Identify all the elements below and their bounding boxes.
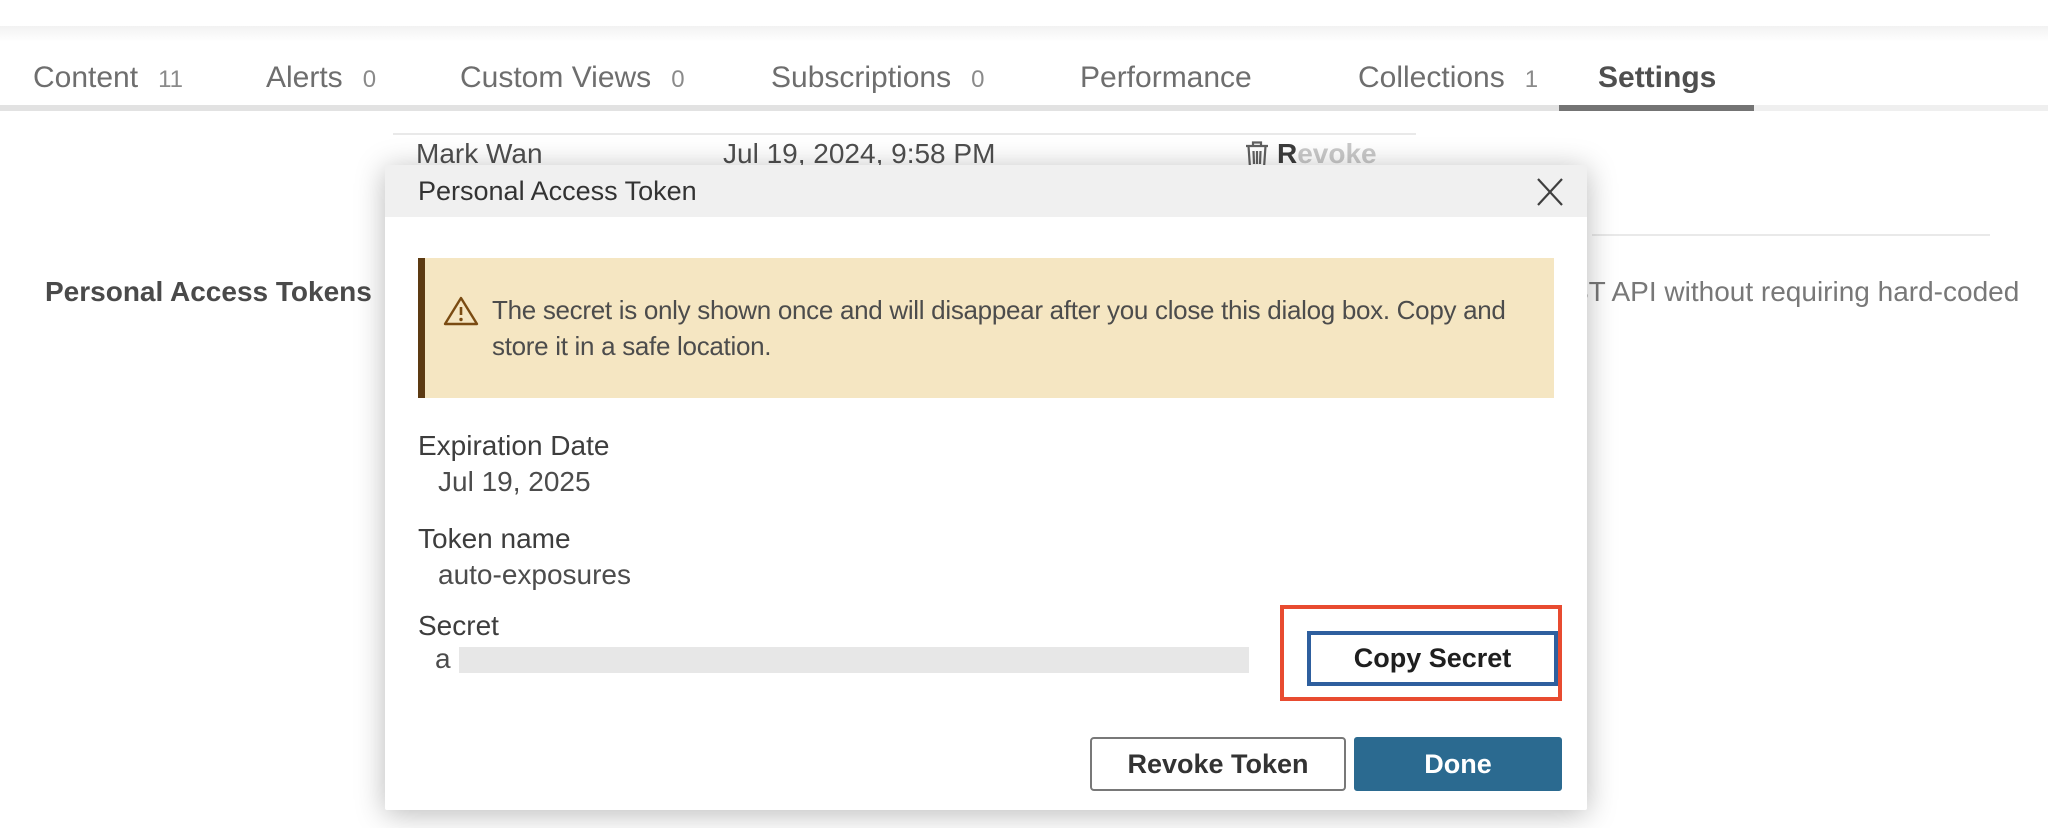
personal-access-token-dialog: Personal Access Token The secret is only…: [385, 165, 1587, 810]
settings-section-divider: [1592, 234, 1990, 236]
tab-label: Custom Views: [460, 61, 651, 95]
tab-alerts[interactable]: Alerts 0: [230, 61, 412, 111]
section-description-fragment: ST API without requiring hard-coded: [1570, 276, 2019, 308]
tab-count-badge: 0: [363, 66, 376, 94]
tab-count-badge: 11: [158, 66, 183, 94]
tab-count-badge: 0: [671, 66, 684, 94]
tab-content[interactable]: Content 11: [0, 61, 219, 111]
secret-warning-banner: The secret is only shown once and will d…: [418, 258, 1554, 398]
tab-label: Content: [33, 61, 138, 95]
tab-label: Collections: [1358, 61, 1505, 95]
token-table-divider: [393, 133, 1416, 135]
secret-value-fragment: a: [435, 643, 451, 675]
close-icon[interactable]: [1533, 175, 1567, 209]
expiration-date-value: Jul 19, 2025: [438, 466, 591, 498]
tab-label: Settings: [1598, 61, 1716, 95]
tab-settings[interactable]: Settings: [1559, 61, 1755, 111]
secret-label: Secret: [418, 610, 499, 642]
tab-label: Performance: [1080, 61, 1252, 95]
dialog-title: Personal Access Token: [418, 165, 697, 217]
done-button[interactable]: Done: [1354, 737, 1562, 791]
tab-subscriptions[interactable]: Subscriptions 0: [735, 61, 1020, 111]
revoke-token-button[interactable]: Revoke Token: [1090, 737, 1346, 791]
tab-count-badge: 0: [971, 66, 984, 94]
tableau-settings-page: Content 11 Alerts 0 Custom Views 0 Subsc…: [0, 0, 2048, 828]
tab-label: Alerts: [266, 61, 343, 95]
content-tab-bar: Content 11 Alerts 0 Custom Views 0 Subsc…: [0, 50, 2048, 111]
tab-bar-edge-divider: [1754, 105, 2048, 111]
copy-secret-button[interactable]: Copy Secret: [1307, 631, 1558, 686]
top-divider: [0, 26, 2048, 42]
personal-access-tokens-section-label: Personal Access Tokens: [45, 276, 372, 308]
token-name-label: Token name: [418, 523, 571, 555]
tab-custom-views[interactable]: Custom Views 0: [424, 61, 721, 111]
secret-value-row: a: [435, 643, 1249, 675]
secret-redacted-bar: [459, 647, 1249, 673]
warning-icon: [443, 295, 479, 327]
tab-label: Subscriptions: [771, 61, 951, 95]
tab-performance[interactable]: Performance: [1044, 61, 1288, 111]
tab-collections[interactable]: Collections 1: [1322, 61, 1574, 111]
token-name-value: auto-exposures: [438, 559, 631, 591]
tab-count-badge: 1: [1525, 66, 1538, 94]
expiration-date-label: Expiration Date: [418, 430, 609, 462]
dialog-header: Personal Access Token: [385, 165, 1587, 217]
warning-message: The secret is only shown once and will d…: [492, 292, 1534, 364]
